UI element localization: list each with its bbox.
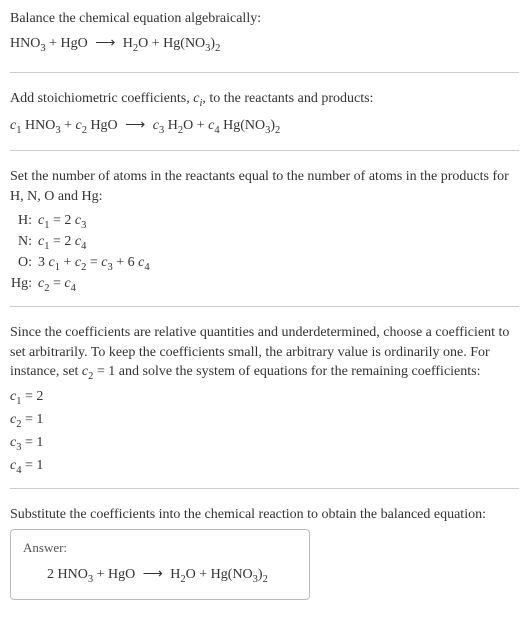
var-sub: 4 (144, 262, 149, 273)
eq-text: + (61, 118, 76, 133)
atom-eq: c1 = 2 c4 (38, 231, 86, 252)
eq-text: 2 HNO (47, 567, 88, 582)
atom-label: H: (10, 210, 38, 231)
divider (10, 306, 519, 307)
choose-section: Since the coefficients are relative quan… (10, 323, 519, 476)
eq-text: HNO (21, 118, 55, 133)
stoich-section: Add stoichiometric coefficients, ci, to … (10, 89, 519, 138)
eq-text: 3 (38, 255, 49, 270)
eq-sub: 2 (215, 43, 220, 54)
var-sub: 4 (81, 241, 86, 252)
coefficient-list: c1 = 2 c2 = 1 c3 = 1 c4 = 1 (10, 386, 519, 476)
atom-row-o: O: 3 c1 + c2 = c3 + 6 c4 (10, 252, 519, 273)
atoms-section: Set the number of atoms in the reactants… (10, 167, 519, 294)
eq-text: = (49, 276, 64, 291)
eq-text: O + Hg(NO (138, 36, 205, 51)
coef-row: c2 = 1 (10, 409, 519, 430)
eq-text: H (164, 118, 178, 133)
atom-eq: 3 c1 + c2 = c3 + 6 c4 (38, 252, 150, 273)
answer-label: Answer: (23, 540, 297, 556)
coef-row: c1 = 2 (10, 386, 519, 407)
text: , to the reactants and products: (202, 91, 373, 106)
divider (10, 488, 519, 489)
eq-text: = (86, 255, 101, 270)
reaction-arrow: ⟶ (121, 118, 149, 133)
var-sub: 4 (71, 283, 76, 294)
substitute-text: Substitute the coefficients into the che… (10, 505, 519, 525)
divider (10, 150, 519, 151)
eq-sub: 2 (275, 125, 280, 136)
eq-sub: 2 (263, 573, 268, 584)
eq-text: O + Hg(NO (186, 567, 253, 582)
atom-row-hg: Hg: c2 = c4 (10, 273, 519, 294)
atom-equations-table: H: c1 = 2 c3 N: c1 = 2 c4 O: 3 c1 + c2 =… (10, 210, 519, 294)
eq-text: Hg(NO (220, 118, 266, 133)
atoms-title: Set the number of atoms in the reactants… (10, 167, 519, 206)
text: Add stoichiometric coefficients, (10, 91, 193, 106)
eq-text: + 6 (113, 255, 138, 270)
eq-text: H (167, 567, 181, 582)
coef-row: c4 = 1 (10, 455, 519, 476)
atom-label: N: (10, 231, 38, 252)
atom-row-n: N: c1 = 2 c4 (10, 231, 519, 252)
answer-box: Answer: 2 HNO3 + HgO ⟶ H2O + Hg(NO3)2 (10, 529, 310, 600)
intro-title: Balance the chemical equation algebraica… (10, 8, 519, 29)
eq-text: HNO (10, 36, 40, 51)
atom-row-h: H: c1 = 2 c3 (10, 210, 519, 231)
eq-text: + HgO (46, 36, 92, 51)
eq-text: = 2 (49, 213, 74, 228)
atom-eq: c1 = 2 c3 (38, 210, 86, 231)
text: = 1 and solve the system of equations fo… (93, 364, 480, 379)
eq-text: = 1 (21, 435, 43, 450)
stoich-title: Add stoichiometric coefficients, ci, to … (10, 89, 519, 109)
eq-text: = 2 (49, 234, 74, 249)
substitute-section: Substitute the coefficients into the che… (10, 505, 519, 600)
intro-section: Balance the chemical equation algebraica… (10, 8, 519, 56)
intro-equation: HNO3 + HgO ⟶ H2O + Hg(NO3)2 (10, 31, 519, 56)
eq-text: = 2 (21, 389, 43, 404)
eq-text: H (119, 36, 133, 51)
eq-text: + (60, 255, 75, 270)
reaction-arrow: ⟶ (91, 36, 119, 51)
eq-text: HgO (87, 118, 121, 133)
atom-label: Hg: (10, 273, 38, 294)
divider (10, 72, 519, 73)
var-sub: 3 (81, 220, 86, 231)
eq-text: = 1 (21, 412, 43, 427)
eq-text: O + (183, 118, 208, 133)
coef-row: c3 = 1 (10, 432, 519, 453)
reaction-arrow: ⟶ (139, 567, 167, 582)
atom-eq: c2 = c4 (38, 273, 76, 294)
eq-text: = 1 (21, 458, 43, 473)
choose-text: Since the coefficients are relative quan… (10, 323, 519, 382)
answer-equation: 2 HNO3 + HgO ⟶ H2O + Hg(NO3)2 (23, 562, 297, 587)
stoich-equation: c1 HNO3 + c2 HgO ⟶ c3 H2O + c4 Hg(NO3)2 (10, 113, 519, 138)
atom-label: O: (10, 252, 38, 273)
eq-text: + HgO (93, 567, 139, 582)
